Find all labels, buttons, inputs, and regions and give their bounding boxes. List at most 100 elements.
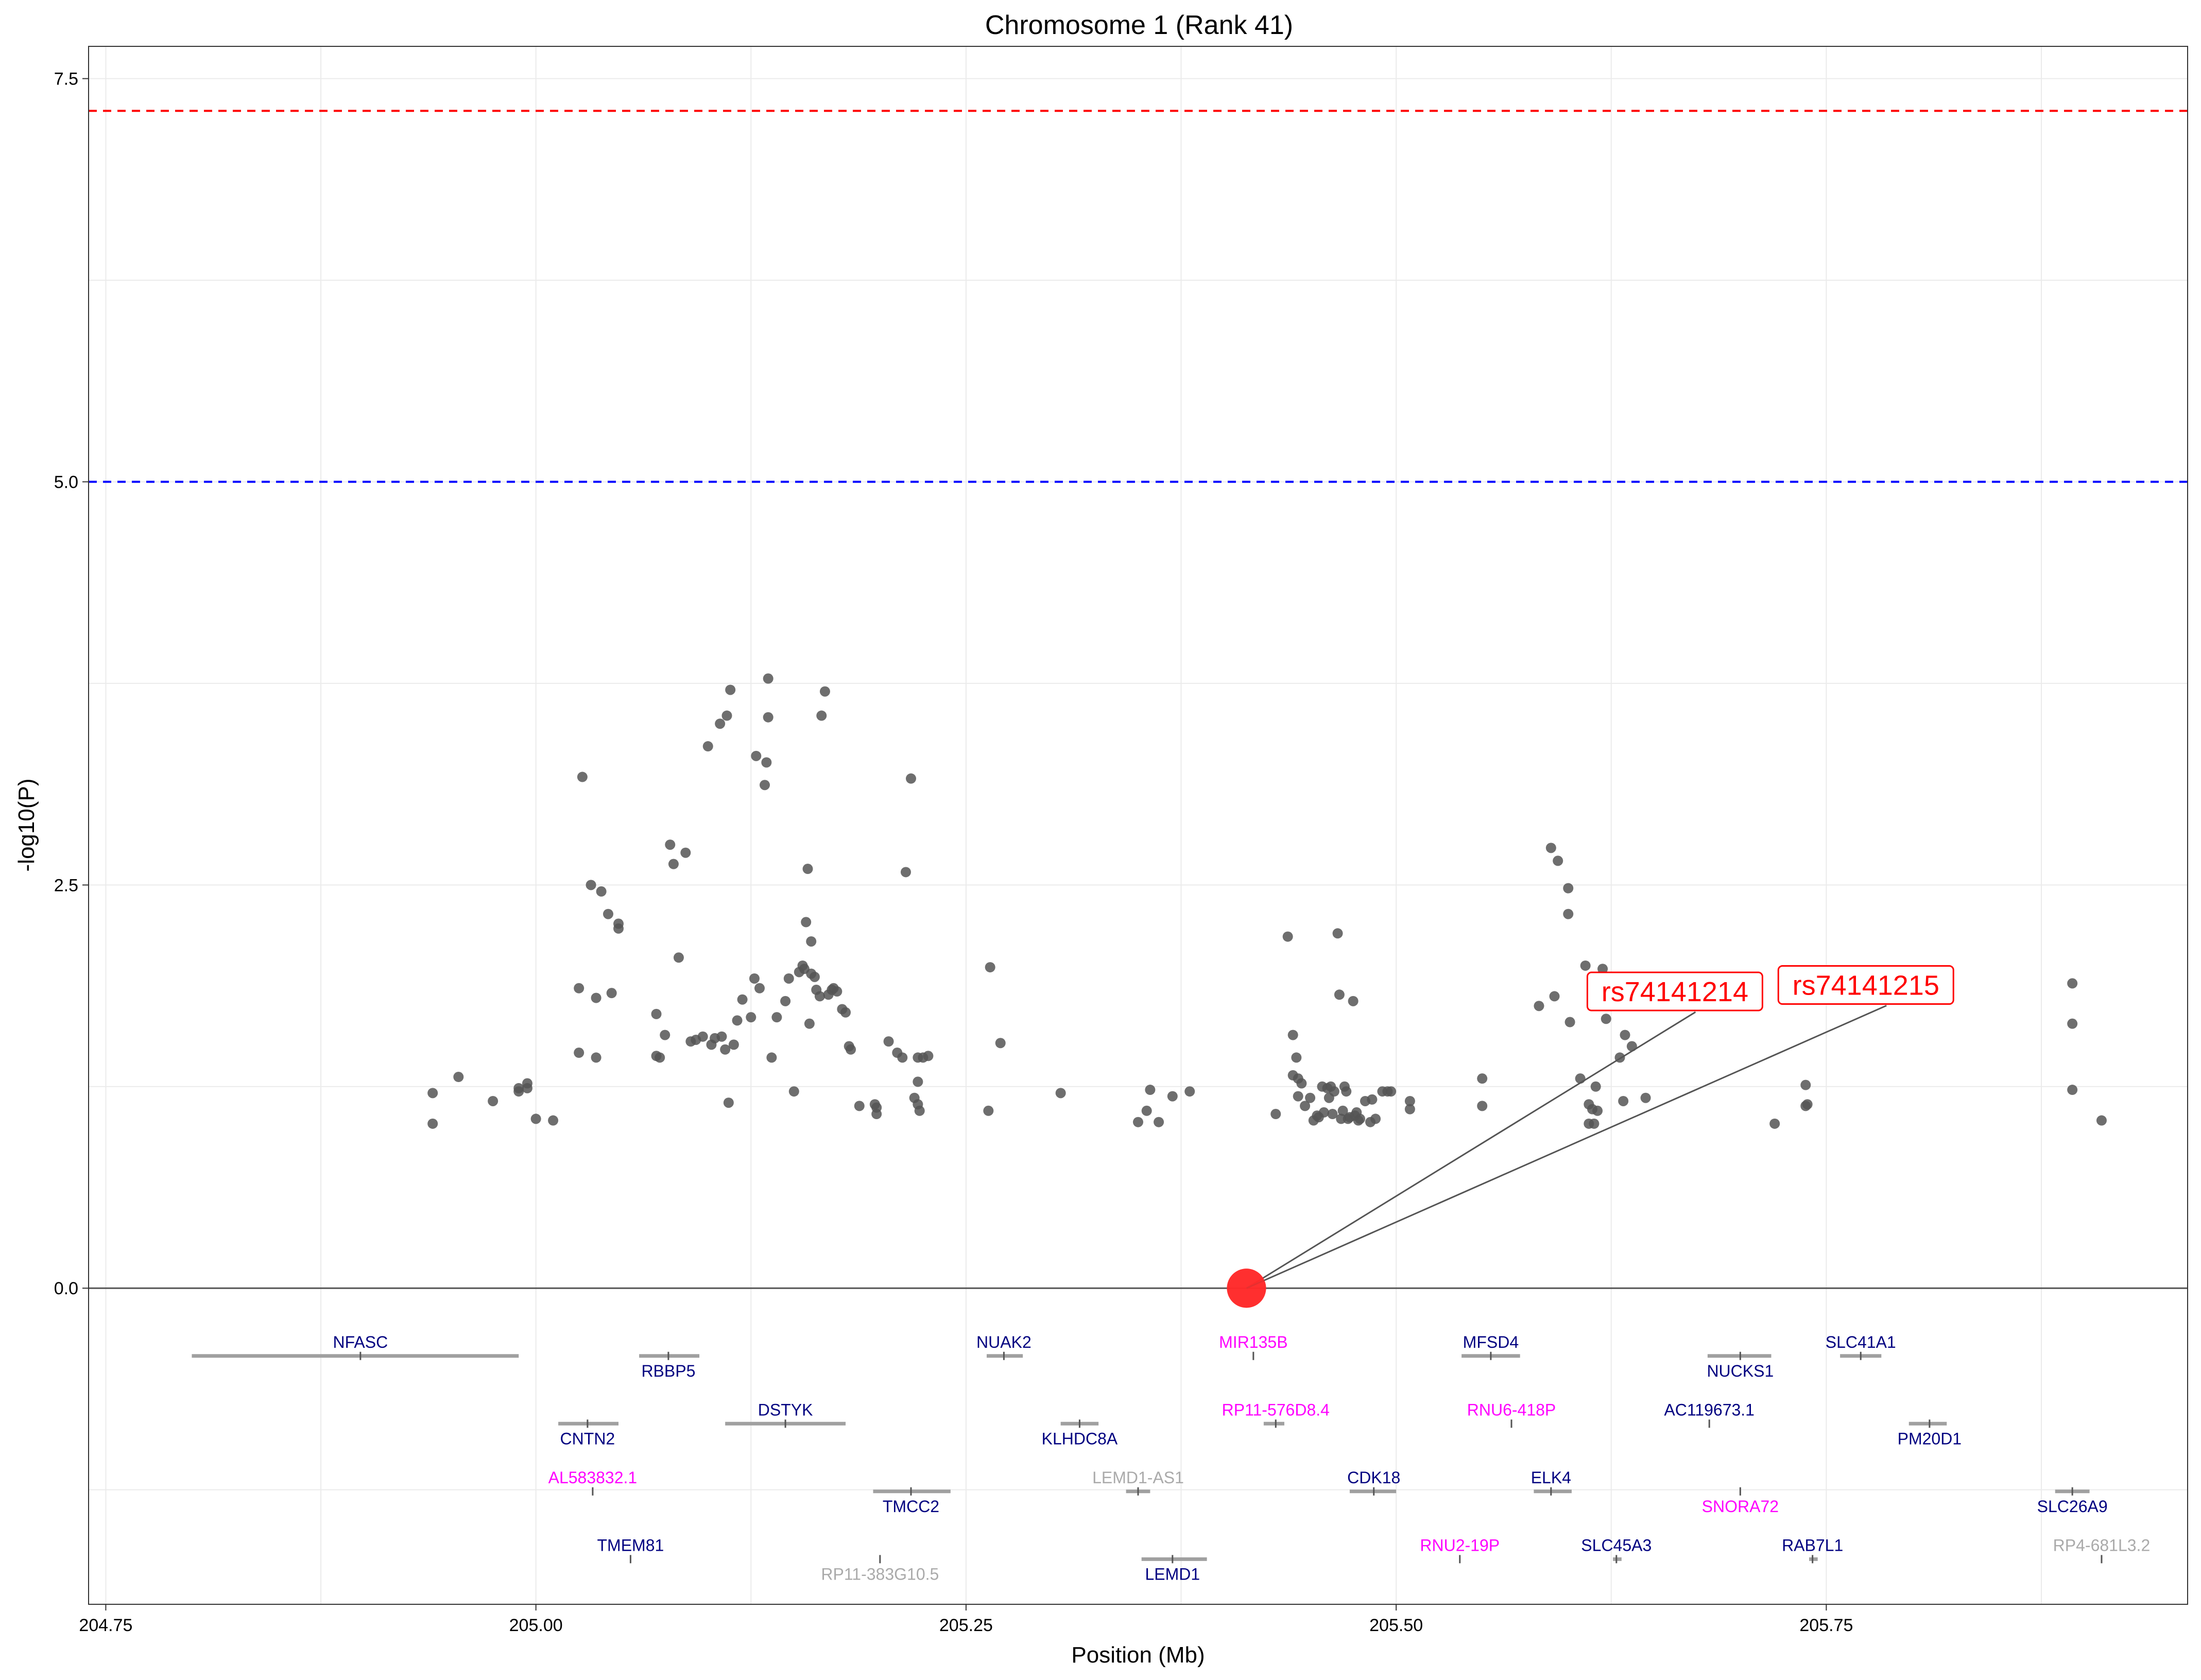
- snp-point: [1329, 1086, 1339, 1097]
- snp-point: [883, 1036, 894, 1047]
- snp-point: [788, 1086, 799, 1097]
- snp-point: [651, 1008, 662, 1019]
- snp-point: [819, 686, 830, 697]
- snp-point: [574, 983, 584, 993]
- gene-label: AC119673.1: [1664, 1400, 1755, 1419]
- gene-label: LEMD1: [1145, 1565, 1200, 1583]
- snp-point: [749, 973, 760, 984]
- gene-label: SLC41A1: [1826, 1333, 1896, 1351]
- snp-point: [995, 1038, 1006, 1049]
- snp-point: [1802, 1099, 1813, 1110]
- snp-point: [723, 1098, 734, 1108]
- snp-point: [816, 710, 827, 721]
- snp-point: [1640, 1092, 1651, 1103]
- snp-point: [913, 1076, 923, 1087]
- snp-point: [1334, 989, 1345, 1000]
- snp-point: [673, 952, 684, 963]
- snp-point: [1332, 928, 1343, 939]
- gene-label: CNTN2: [560, 1429, 615, 1448]
- gene-label: SLC45A3: [1581, 1536, 1652, 1554]
- snp-point: [1592, 1105, 1603, 1116]
- snp-point: [806, 936, 817, 947]
- x-tick-label: 205.25: [939, 1616, 993, 1635]
- snp-point: [530, 1113, 541, 1124]
- snp-point: [832, 986, 842, 997]
- snp-point: [771, 1012, 782, 1023]
- snp-point: [1590, 1081, 1601, 1092]
- snp-point: [427, 1118, 438, 1129]
- snp-point: [728, 1039, 739, 1050]
- snp-point: [1618, 1095, 1629, 1106]
- chart-background: [0, 0, 2201, 1680]
- x-tick-label: 204.75: [79, 1616, 132, 1635]
- gene-label: PM20D1: [1898, 1429, 1962, 1448]
- snp-point: [985, 962, 995, 973]
- gene-label: SNORA72: [1702, 1497, 1779, 1516]
- snp-point: [1305, 1092, 1316, 1103]
- gene-label: RBBP5: [641, 1362, 695, 1380]
- snp-point: [1282, 931, 1293, 942]
- snp-point: [783, 973, 794, 984]
- snp-point: [763, 673, 773, 684]
- snp-point: [923, 1051, 934, 1061]
- gene-label: KLHDC8A: [1042, 1429, 1118, 1448]
- gene-label: TMCC2: [883, 1497, 939, 1516]
- gene-label: RNU6-418P: [1467, 1400, 1556, 1419]
- snp-point: [1287, 1030, 1298, 1040]
- snp-point: [697, 1031, 708, 1042]
- snp-point: [1564, 1017, 1575, 1027]
- snp-point: [2067, 978, 2078, 989]
- snp-point: [1348, 996, 1359, 1006]
- snp-point: [488, 1095, 498, 1106]
- snp-point: [900, 867, 911, 878]
- snp-point: [897, 1052, 908, 1063]
- snp-point: [1367, 1094, 1378, 1105]
- snp-point: [804, 1018, 815, 1029]
- snp-point: [1296, 1078, 1307, 1089]
- snp-point: [1601, 1014, 1611, 1024]
- snp-point: [1563, 883, 1574, 894]
- gene-label: NUCKS1: [1707, 1362, 1774, 1380]
- snp-point: [983, 1105, 994, 1116]
- snp-point: [725, 684, 736, 695]
- snp-point: [1477, 1073, 1488, 1084]
- snp-point: [1769, 1118, 1780, 1129]
- snp-point: [603, 908, 613, 919]
- snp-point: [613, 923, 624, 934]
- snp-point: [840, 1007, 851, 1018]
- snp-point: [801, 917, 812, 928]
- snp-point: [606, 988, 617, 999]
- snp-point: [760, 780, 770, 791]
- snp-point: [721, 710, 732, 721]
- snp-point: [761, 757, 772, 768]
- gene-label: LEMD1-AS1: [1092, 1468, 1184, 1487]
- gene-label: NUAK2: [976, 1333, 1031, 1351]
- snp-point: [1386, 1086, 1397, 1097]
- snp-point: [716, 1031, 727, 1042]
- snp-point: [702, 741, 713, 752]
- highlighted-snp-point: [1227, 1268, 1266, 1308]
- gene-label: RP11-383G10.5: [821, 1565, 939, 1583]
- snp-point: [596, 886, 607, 897]
- snp-point: [2096, 1115, 2107, 1126]
- snp-point: [715, 718, 726, 729]
- snp-point: [766, 1052, 777, 1063]
- snp-point: [668, 859, 679, 869]
- snp-point: [665, 839, 676, 850]
- snp-point: [1354, 1113, 1365, 1124]
- snp-point: [814, 991, 825, 1002]
- snp-point: [914, 1105, 925, 1116]
- snp-point: [680, 847, 691, 858]
- gene-label: DSTYK: [758, 1400, 813, 1419]
- snp-point: [591, 992, 601, 1003]
- snp-point: [809, 971, 820, 982]
- snp-point: [591, 1052, 601, 1063]
- snp-point: [905, 773, 916, 784]
- gene-label: ELK4: [1531, 1468, 1571, 1487]
- snp-point: [1154, 1117, 1164, 1127]
- snp-point: [453, 1072, 464, 1083]
- snp-point: [780, 996, 791, 1006]
- gene-label: AL583832.1: [548, 1468, 638, 1487]
- snp-point: [1291, 1052, 1302, 1063]
- snp-point: [1341, 1086, 1352, 1097]
